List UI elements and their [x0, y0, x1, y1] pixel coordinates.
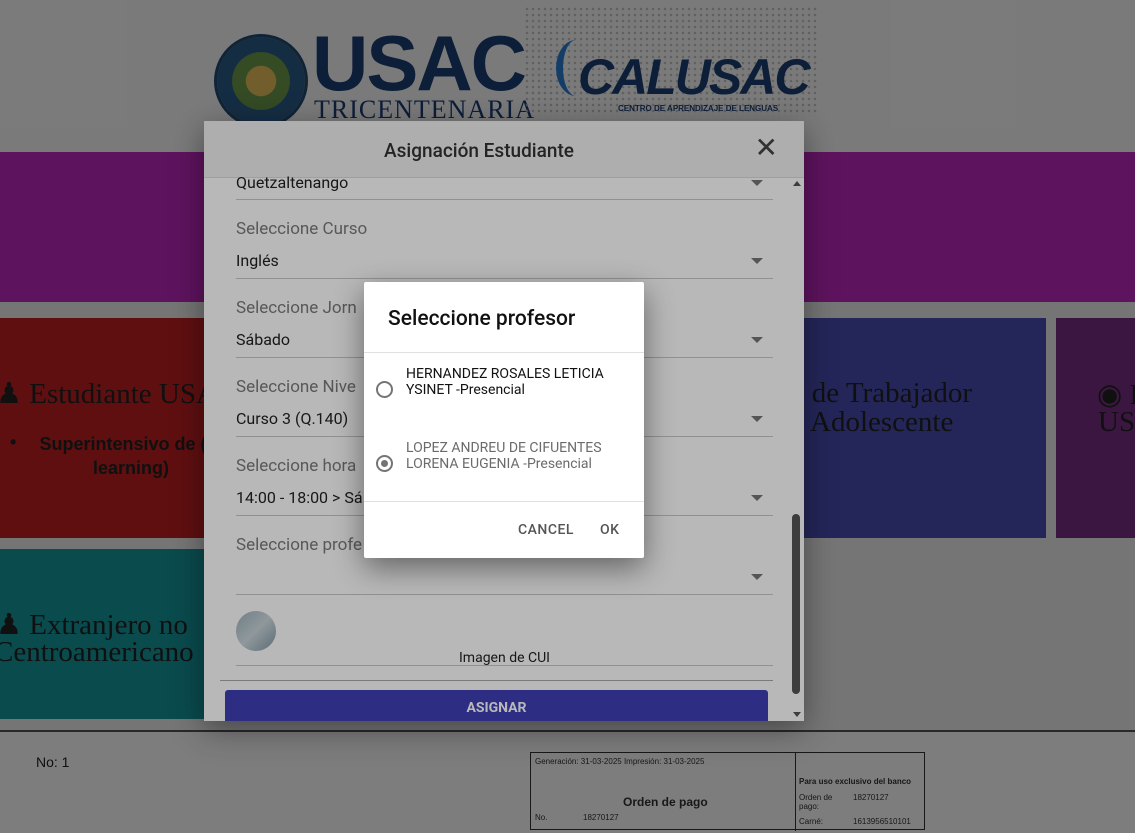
- cancel-button[interactable]: CANCEL: [518, 522, 574, 538]
- dialog-divider-bottom: [364, 501, 644, 502]
- dialog-divider-top: [364, 352, 644, 353]
- professor-option-lopez[interactable]: LOPEZ ANDREU DE CIFUENTES LORENA EUGENIA…: [364, 436, 644, 496]
- select-professor-dialog: Seleccione profesor HERNANDEZ ROSALES LE…: [364, 282, 644, 558]
- professor-option-label: LOPEZ ANDREU DE CIFUENTES LORENA EUGENIA…: [406, 440, 602, 472]
- dialog-title: Seleccione profesor: [388, 307, 576, 331]
- professor-option-label: HERNANDEZ ROSALES LETICIA YSINET -Presen…: [406, 366, 604, 398]
- professor-option-hernandez[interactable]: HERNANDEZ ROSALES LETICIA YSINET -Presen…: [364, 362, 644, 422]
- radio-button-selected[interactable]: [376, 455, 393, 472]
- radio-button[interactable]: [376, 381, 393, 398]
- ok-button[interactable]: OK: [600, 522, 620, 538]
